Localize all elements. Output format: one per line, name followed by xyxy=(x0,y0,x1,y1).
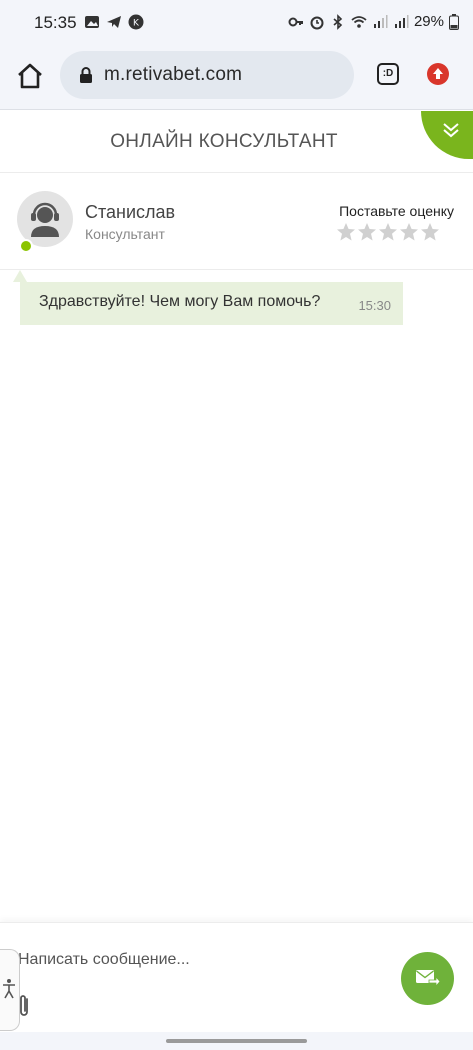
status-right-icons: 29% xyxy=(288,13,459,30)
paperclip-icon[interactable] xyxy=(16,993,32,1019)
address-bar[interactable]: m.retivabet.com xyxy=(60,51,354,99)
consultant-info: Станислав Консультант Поставьте оценку xyxy=(0,174,473,270)
send-button[interactable] xyxy=(401,952,454,1005)
star-icon[interactable] xyxy=(420,222,440,242)
wifi-icon xyxy=(351,15,367,28)
browser-toolbar: m.retivabet.com :D xyxy=(0,46,473,110)
status-bar: 15:35 K 29% xyxy=(0,0,473,46)
bluetooth-icon xyxy=(333,13,343,30)
chat-title: ОНЛАЙН КОНСУЛЬТАНТ xyxy=(110,131,338,152)
message-bubble: Здравствуйте! Чем могу Вам помочь? 15:30 xyxy=(20,282,403,325)
status-left-icons: K xyxy=(84,14,144,30)
alarm-icon xyxy=(310,16,324,29)
star-icon[interactable] xyxy=(336,222,356,242)
consultant-name: Станислав xyxy=(85,202,176,222)
chevron-double-down-icon xyxy=(443,123,459,138)
send-mail-icon xyxy=(416,970,441,988)
home-gesture-handle[interactable] xyxy=(166,1039,307,1043)
telegram-icon xyxy=(107,16,121,28)
battery-percent: 29% xyxy=(413,13,444,30)
home-icon[interactable] xyxy=(16,62,44,90)
url-text: m.retivabet.com xyxy=(104,64,243,85)
system-navigation-bar xyxy=(0,1032,473,1050)
accessibility-icon xyxy=(3,979,15,999)
app-badge-icon: K xyxy=(128,14,144,30)
message-input[interactable] xyxy=(18,945,378,975)
rating-label: Поставьте оценку xyxy=(339,203,454,219)
key-icon xyxy=(288,17,303,26)
lock-icon xyxy=(80,67,92,83)
message-time: 15:30 xyxy=(358,298,391,313)
tab-switcher-button[interactable]: :D xyxy=(377,63,399,85)
signal-icon xyxy=(373,14,388,28)
upload-icon[interactable] xyxy=(427,63,449,85)
message-bubble-tail xyxy=(13,270,27,282)
star-icon[interactable] xyxy=(357,222,377,242)
battery-icon xyxy=(449,13,459,30)
star-icon[interactable] xyxy=(378,222,398,242)
rating-stars[interactable] xyxy=(336,222,440,242)
consultant-role: Консультант xyxy=(85,226,165,242)
status-time: 15:35 xyxy=(34,13,77,32)
message-composer xyxy=(0,922,473,1032)
star-icon[interactable] xyxy=(399,222,419,242)
signal-icon xyxy=(394,14,409,28)
chat-header: ОНЛАЙН КОНСУЛЬТАНТ xyxy=(0,111,473,173)
image-icon xyxy=(85,16,99,28)
message-text: Здравствуйте! Чем могу Вам помочь? xyxy=(39,293,321,310)
online-status-indicator xyxy=(19,239,33,253)
